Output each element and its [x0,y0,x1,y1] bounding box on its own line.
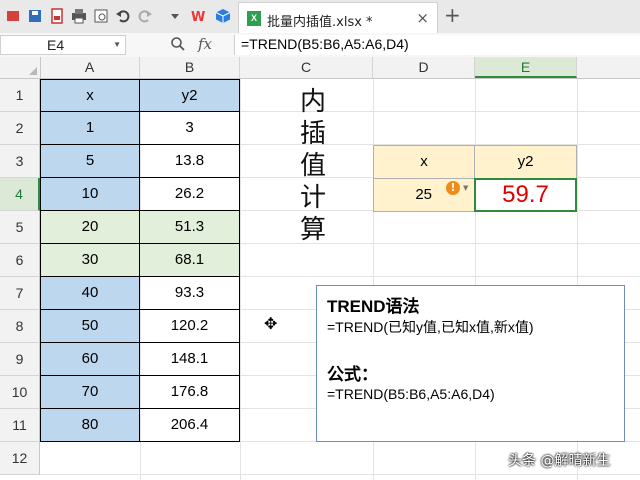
row-header-7[interactable]: 7 [0,277,40,310]
row-header-9[interactable]: 9 [0,343,40,376]
more-dropdown-icon[interactable] [166,7,184,25]
row-header-1[interactable]: 1 [0,79,40,112]
result-y-value[interactable]: 59.7 [474,178,577,212]
select-all-corner[interactable] [0,57,41,78]
table-cell[interactable]: 40 [40,277,140,310]
column-header-d[interactable]: D [373,57,475,78]
chevron-down-icon[interactable]: ▼ [113,40,121,49]
table-cell[interactable]: 93.3 [140,277,240,310]
table-cell[interactable]: 5 [40,145,140,178]
column-header-c[interactable]: C [240,57,373,78]
column-header-a[interactable]: A [40,57,140,78]
syntax-text-box[interactable]: TREND语法 =TREND(已知y值,已知x值,新x值) 公式： =TREND… [316,285,625,442]
table-cell[interactable]: 26.2 [140,178,240,211]
insert-function-icon[interactable]: fx [198,35,212,53]
formula-input[interactable]: =TREND(B5:B6,A5:A6,D4) [234,35,640,55]
formula-heading: 公式： [327,365,378,384]
table-cell[interactable]: 13.8 [140,145,240,178]
column-header-row: A B C D E [0,57,640,79]
save-icon[interactable] [26,7,44,25]
chevron-down-icon[interactable]: ▼ [463,184,468,192]
error-warning-icon[interactable]: ! [446,181,460,195]
title-char: 插 [299,119,326,149]
wps-menu-icon[interactable] [4,7,22,25]
result-x-header[interactable]: x [373,145,475,179]
wps-logo-icon[interactable]: W [190,7,208,25]
table-cell[interactable]: 3 [140,112,240,145]
cell-select-cursor-icon: ✥ [264,314,278,333]
column-header-f[interactable] [577,57,640,78]
row-header-4[interactable]: 4 [0,178,40,211]
table-cell[interactable]: 51.3 [140,211,240,244]
excel-file-icon: X [247,11,261,26]
table-cell[interactable]: 50 [40,310,140,343]
formula-text: =TREND(B5:B6,A5:A6,D4) [241,36,409,52]
column-header-e[interactable]: E [475,57,577,78]
redo-icon[interactable] [136,7,154,25]
close-tab-icon[interactable]: × [416,9,429,27]
name-box[interactable]: E4 ▼ [0,35,126,55]
search-function-icon[interactable] [170,36,186,56]
document-tab-title: 批量内插值.xlsx * [267,15,373,30]
table-cell[interactable]: 70 [40,376,140,409]
undo-icon[interactable] [114,7,132,25]
row-header-3[interactable]: 3 [0,145,40,178]
new-tab-icon[interactable]: + [444,5,461,25]
column-header-b[interactable]: B [140,57,240,78]
cell-reference: E4 [47,37,65,53]
table-cell[interactable]: 30 [40,244,140,277]
result-y-header[interactable]: y2 [474,145,577,179]
formula-line: =TREND(B5:B6,A5:A6,D4) [327,386,495,402]
title-char: 值 [299,151,326,181]
svg-text:W: W [191,10,205,24]
watermark: 头条 @解晴新生 [508,453,611,469]
syntax-heading: TREND语法 [327,297,420,316]
table-cell[interactable]: 10 [40,178,140,211]
print-icon[interactable] [70,7,88,25]
vertical-title: 内 插 值 计 算 [296,86,330,246]
cube-icon[interactable] [214,7,232,25]
row-header-6[interactable]: 6 [0,244,40,277]
row-header-11[interactable]: 11 [0,409,40,442]
result-x-value[interactable]: 25 [373,178,475,212]
row-header-8[interactable]: 8 [0,310,40,343]
syntax-line: =TREND(已知y值,已知x值,新x值) [327,319,534,335]
table-cell[interactable]: 120.2 [140,310,240,343]
table-cell[interactable]: 60 [40,343,140,376]
row-header-12[interactable]: 12 [0,442,40,475]
table-header-cell[interactable]: y2 [140,79,240,112]
title-char: 计 [299,183,326,213]
table-cell[interactable]: 206.4 [140,409,240,442]
row-header-10[interactable]: 10 [0,376,40,409]
pdf-export-icon[interactable] [48,7,66,25]
table-cell[interactable]: 68.1 [140,244,240,277]
title-char: 算 [299,215,326,245]
title-char: 内 [299,87,326,117]
table-cell[interactable]: 176.8 [140,376,240,409]
table-header-cell[interactable]: x [40,79,140,112]
table-cell[interactable]: 1 [40,112,140,145]
table-cell[interactable]: 148.1 [140,343,240,376]
row-header-5[interactable]: 5 [0,211,40,244]
row-header-2[interactable]: 2 [0,112,40,145]
document-tab[interactable]: X 批量内插值.xlsx * × [238,2,438,33]
print-preview-icon[interactable] [92,7,110,25]
table-cell[interactable]: 80 [40,409,140,442]
title-bar: W X 批量内插值.xlsx * × + [0,0,640,34]
formula-bar: E4 ▼ fx =TREND(B5:B6,A5:A6,D4) [0,33,640,58]
table-cell[interactable]: 20 [40,211,140,244]
